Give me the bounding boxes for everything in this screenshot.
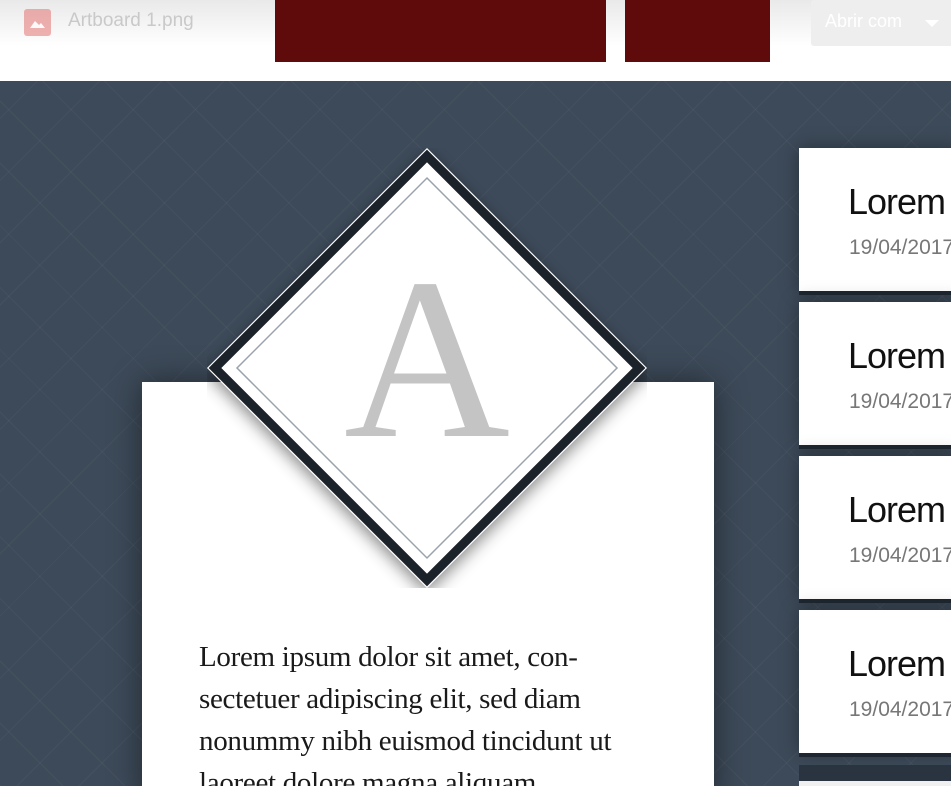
list-item[interactable]: Lorem 19/04/2017: [799, 148, 951, 291]
caret-down-icon: [925, 20, 939, 27]
open-with-label: Abrir com: [825, 11, 903, 31]
article-body-text: Lorem ipsum dolor sit amet, con-sectetue…: [199, 641, 612, 786]
list-item-title: Lorem: [848, 489, 946, 530]
emblem: A: [207, 148, 647, 588]
list-item-title: Lorem: [848, 181, 946, 222]
list-item[interactable]: Lorem 19/04/2017: [799, 302, 951, 445]
list-item-date: 19/04/2017: [849, 390, 951, 413]
artboard-preview: Lorem ipsum dolor sit amet, con-sectetue…: [0, 81, 951, 786]
redacted-button-1[interactable]: [275, 0, 606, 62]
file-name: Artboard 1.png: [68, 10, 194, 31]
emblem-diamond: A: [207, 148, 647, 588]
image-icon: [24, 9, 51, 36]
emblem-letter: A: [344, 231, 510, 486]
redacted-button-2[interactable]: [625, 0, 770, 62]
viewer-toolbar: Artboard 1.png Abrir com: [0, 0, 951, 81]
open-with-button[interactable]: Abrir com: [811, 0, 951, 46]
list-item-title: Lorem: [848, 643, 946, 684]
list-item-partial: [799, 765, 951, 786]
list-item[interactable]: Lorem 19/04/2017: [799, 456, 951, 599]
list-item[interactable]: Lorem 19/04/2017: [799, 610, 951, 753]
list-item-date: 19/04/2017: [849, 236, 951, 259]
list-item-title: Lorem: [848, 335, 946, 376]
list-item-date: 19/04/2017: [849, 544, 951, 567]
list-item-date: 19/04/2017: [849, 698, 951, 721]
